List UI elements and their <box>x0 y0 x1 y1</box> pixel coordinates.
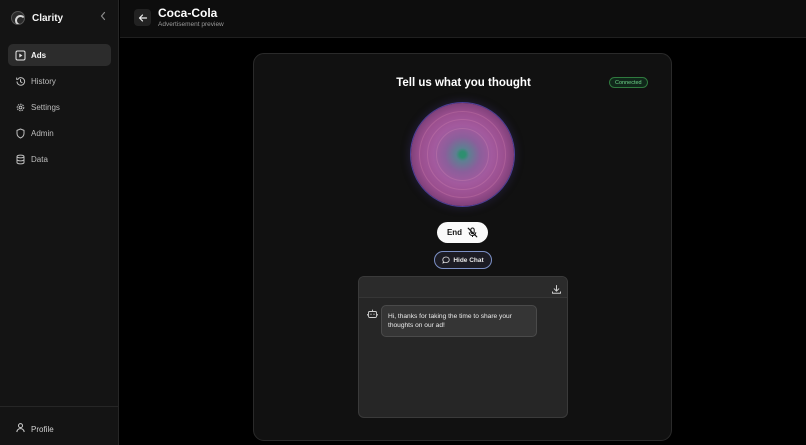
chat-panel: Hi, thanks for taking the time to share … <box>358 276 568 418</box>
shield-icon <box>15 128 26 139</box>
play-square-icon <box>15 50 26 61</box>
sidebar-item-data[interactable]: Data <box>8 148 111 170</box>
clarity-logo-icon <box>11 11 25 25</box>
voice-visualizer-orb <box>411 103 514 206</box>
sidebar-item-label: Ads <box>31 50 47 60</box>
orb-ring <box>436 128 489 181</box>
download-icon <box>552 285 561 294</box>
profile-label: Profile <box>31 424 54 434</box>
feedback-panel: Tell us what you thought Connected End H… <box>253 53 672 441</box>
back-button[interactable] <box>134 9 151 26</box>
chat-bubble-icon <box>442 256 450 264</box>
chevron-left-icon <box>100 11 106 21</box>
sidebar-divider <box>0 406 119 407</box>
download-transcript-button[interactable] <box>551 282 562 294</box>
history-icon <box>15 76 26 87</box>
page-title: Coca-Cola <box>158 6 218 20</box>
sidebar: Clarity Ads History Settings Admin Data <box>0 0 119 445</box>
end-call-label: End <box>446 228 463 237</box>
sidebar-item-admin[interactable]: Admin <box>8 122 111 144</box>
page-header: Coca-Cola Advertisement preview <box>120 0 806 38</box>
sidebar-item-ads[interactable]: Ads <box>8 44 111 66</box>
app-name: Clarity <box>32 12 64 24</box>
arrow-left-icon <box>138 13 147 22</box>
brand[interactable]: Clarity <box>11 9 63 27</box>
sidebar-item-history[interactable]: History <box>8 70 111 92</box>
user-icon <box>15 420 26 438</box>
hide-chat-button[interactable]: Hide Chat <box>434 251 492 269</box>
sidebar-item-settings[interactable]: Settings <box>8 96 111 118</box>
database-icon <box>15 154 26 165</box>
sidebar-item-label: Data <box>31 154 48 164</box>
gear-icon <box>15 102 26 113</box>
status-badge: Connected <box>609 77 648 88</box>
sidebar-item-label: Admin <box>31 128 54 138</box>
page-subtitle: Advertisement preview <box>158 21 224 28</box>
chat-message: Hi, thanks for taking the time to share … <box>381 305 537 337</box>
sidebar-item-label: Settings <box>31 102 60 112</box>
sidebar-item-label: History <box>31 76 56 86</box>
collapse-sidebar-button[interactable] <box>98 11 108 23</box>
mic-off-icon <box>467 227 478 238</box>
end-call-button[interactable]: End <box>437 222 488 243</box>
profile-button[interactable]: Profile <box>15 420 54 438</box>
bot-icon <box>367 306 378 318</box>
hide-chat-label: Hide Chat <box>453 256 484 264</box>
chat-toolbar <box>359 277 567 298</box>
